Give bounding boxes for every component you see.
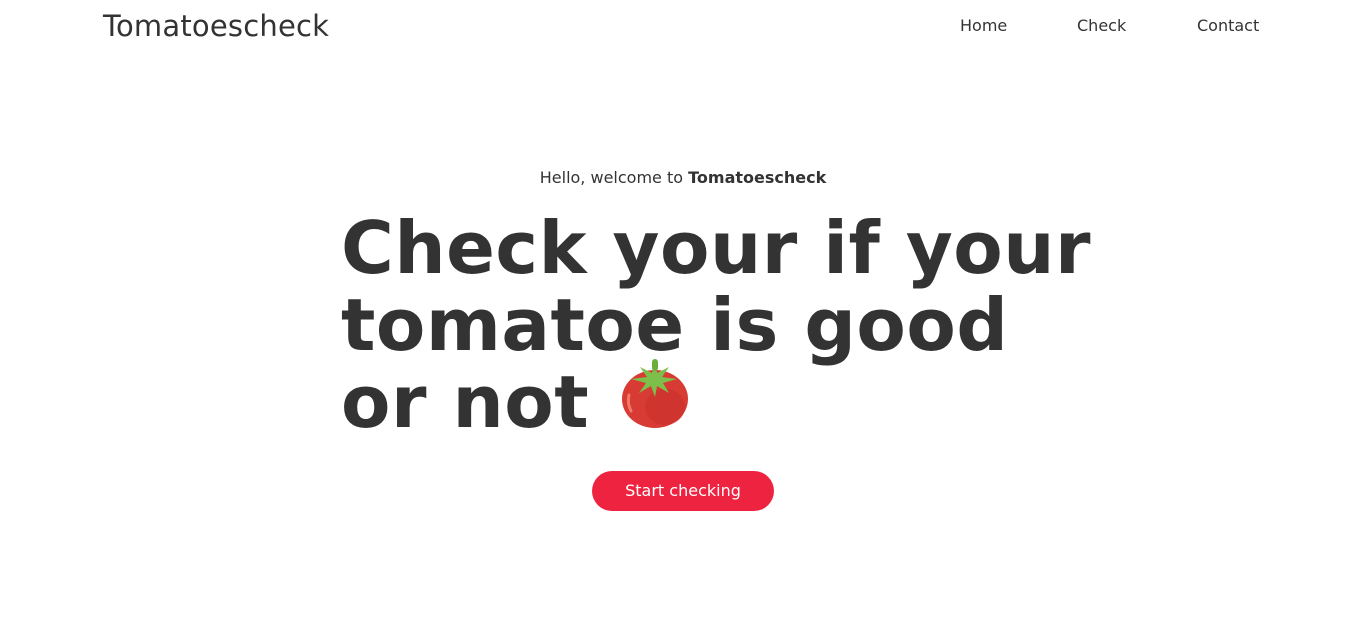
headline-line-3: or not (341, 359, 1041, 449)
welcome-text: Hello, welcome to Tomatoescheck (0, 168, 1366, 188)
welcome-brand: Tomatoescheck (688, 168, 827, 187)
headline-line-2: tomatoe is good (341, 283, 1009, 367)
hero-headline: Check your if your tomatoe is good or no… (341, 206, 1092, 449)
headline-line-1: Check your if your (341, 206, 1092, 290)
hero-section: Hello, welcome to Tomatoescheck Check yo… (0, 0, 1366, 639)
headline-line-3-text: or not (341, 360, 590, 444)
tomato-icon (621, 359, 689, 443)
welcome-prefix: Hello, welcome to (539, 168, 684, 187)
start-checking-button[interactable]: Start checking (592, 471, 774, 511)
